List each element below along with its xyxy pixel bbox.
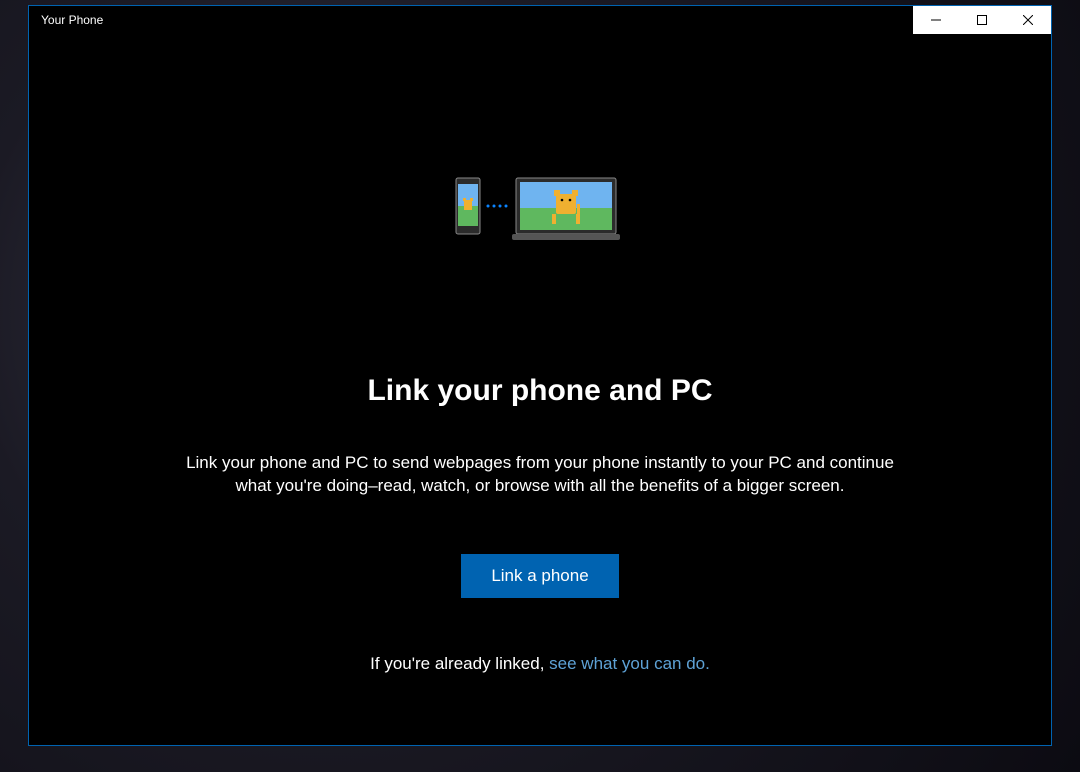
link-dots-icon [487, 205, 508, 208]
main-content: Link your phone and PC Link your phone a… [29, 34, 1051, 745]
see-what-you-can-do-link[interactable]: see what you can do. [549, 654, 710, 673]
maximize-icon [977, 15, 987, 25]
minimize-button[interactable] [913, 6, 959, 34]
page-heading: Link your phone and PC [367, 374, 712, 408]
already-linked-prefix: If you're already linked, [370, 654, 549, 673]
already-linked-text: If you're already linked, see what you c… [370, 654, 710, 674]
link-phone-button[interactable]: Link a phone [461, 554, 618, 598]
maximize-button[interactable] [959, 6, 1005, 34]
laptop-device-icon [512, 178, 620, 240]
close-button[interactable] [1005, 6, 1051, 34]
minimize-icon [931, 15, 941, 25]
phone-device-icon [456, 178, 480, 234]
caption-buttons [913, 6, 1051, 34]
app-window: Your Phone [28, 5, 1052, 746]
window-title: Your Phone [41, 13, 103, 27]
page-description: Link your phone and PC to send webpages … [180, 452, 900, 498]
close-icon [1023, 15, 1033, 25]
phone-pc-illustration [450, 174, 630, 244]
titlebar: Your Phone [29, 6, 1051, 34]
